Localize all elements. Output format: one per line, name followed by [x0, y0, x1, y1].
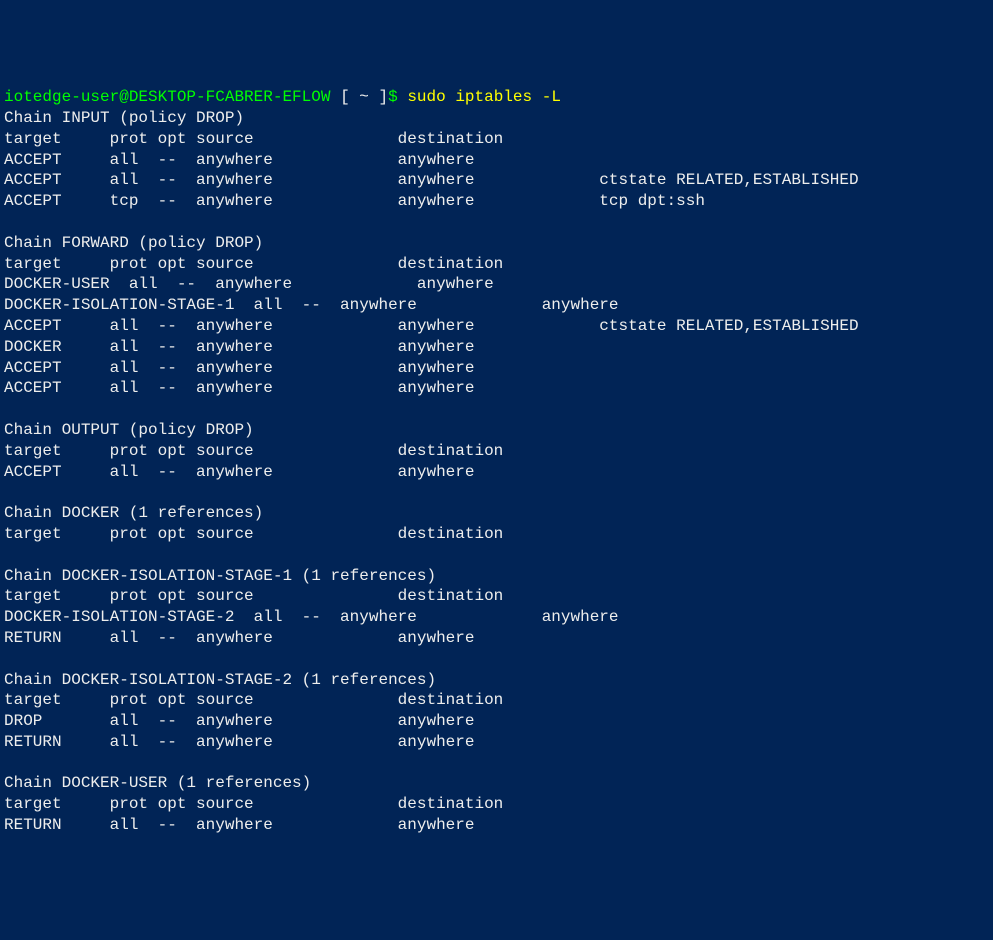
prompt-bracket-open: [ — [340, 88, 350, 106]
chain-docker-user-rule: RETURN all -- anywhere anywhere — [4, 816, 474, 834]
chain-input-rule: ACCEPT all -- anywhere anywhere — [4, 151, 474, 169]
chain-forward-rule: ACCEPT all -- anywhere anywhere ctstate … — [4, 317, 859, 335]
prompt-path: ~ — [350, 88, 379, 106]
chain-forward-rule: DOCKER all -- anywhere anywhere — [4, 338, 474, 356]
terminal-output: iotedge-user@DESKTOP-FCABRER-EFLOW [ ~ ]… — [4, 87, 989, 836]
chain-output-title: Chain OUTPUT (policy DROP) — [4, 421, 254, 439]
chain-output-rule: ACCEPT all -- anywhere anywhere — [4, 463, 474, 481]
chain-docker-header: target prot opt source destination — [4, 525, 503, 543]
chain-forward-header: target prot opt source destination — [4, 255, 503, 273]
chain-forward-rule: ACCEPT all -- anywhere anywhere — [4, 379, 474, 397]
chain-docker-iso-1-rule: DOCKER-ISOLATION-STAGE-2 all -- anywhere… — [4, 608, 619, 626]
chain-docker-iso-2-title: Chain DOCKER-ISOLATION-STAGE-2 (1 refere… — [4, 671, 436, 689]
chain-docker-user-title: Chain DOCKER-USER (1 references) — [4, 774, 311, 792]
chain-docker-title: Chain DOCKER (1 references) — [4, 504, 263, 522]
prompt-dollar: $ — [388, 88, 398, 106]
chain-docker-iso-2-header: target prot opt source destination — [4, 691, 503, 709]
chain-forward-rule: DOCKER-ISOLATION-STAGE-1 all -- anywhere… — [4, 296, 619, 314]
chain-forward-rule: ACCEPT all -- anywhere anywhere — [4, 359, 474, 377]
chain-input-title: Chain INPUT (policy DROP) — [4, 109, 244, 127]
chain-output-header: target prot opt source destination — [4, 442, 503, 460]
chain-input-rule: ACCEPT tcp -- anywhere anywhere tcp dpt:… — [4, 192, 705, 210]
chain-forward-rule: DOCKER-USER all -- anywhere anywhere — [4, 275, 494, 293]
prompt-bracket-close: ] — [378, 88, 388, 106]
chain-input-header: target prot opt source destination — [4, 130, 503, 148]
chain-docker-iso-1-header: target prot opt source destination — [4, 587, 503, 605]
chain-docker-iso-2-rule: DROP all -- anywhere anywhere — [4, 712, 474, 730]
command-text: sudo iptables -L — [407, 88, 561, 106]
prompt-user-host: iotedge-user@DESKTOP-FCABRER-EFLOW — [4, 88, 330, 106]
chain-docker-iso-1-rule: RETURN all -- anywhere anywhere — [4, 629, 474, 647]
chain-docker-user-header: target prot opt source destination — [4, 795, 503, 813]
chain-forward-title: Chain FORWARD (policy DROP) — [4, 234, 263, 252]
chain-docker-iso-2-rule: RETURN all -- anywhere anywhere — [4, 733, 474, 751]
chain-docker-iso-1-title: Chain DOCKER-ISOLATION-STAGE-1 (1 refere… — [4, 567, 436, 585]
chain-input-rule: ACCEPT all -- anywhere anywhere ctstate … — [4, 171, 859, 189]
